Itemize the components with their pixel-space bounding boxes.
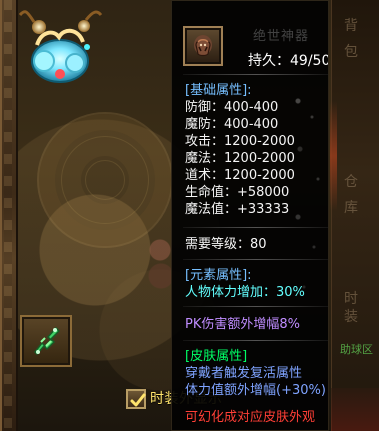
side-tab-4[interactable]: 库: [334, 200, 368, 216]
elemental-attributes-header: [元素属性]:: [185, 268, 252, 283]
stat-magic-defense: 魔防：400-400: [185, 117, 279, 132]
checkmark-icon: [130, 393, 146, 407]
level-requirement-section: 需要等级：80: [185, 236, 328, 253]
elemental-attributes-section: [元素属性]: 人物体力增加：30%: [185, 267, 328, 301]
stat-attack: 攻击：1200-2000: [185, 134, 295, 149]
skin-attributes-section: [皮肤属性] 穿戴者触发复活属性 体力值额外增幅(+30%) 可幻化成对应皮肤外…: [185, 348, 328, 426]
item-icon-frame: [183, 26, 223, 66]
item-tooltip: 绝世神器 持久：49/50 [基础属性]: 防御：400-400 魔防：400-…: [171, 0, 329, 431]
stat-tao: 道术：1200-2000: [185, 168, 295, 183]
base-attributes-header: [基础属性]:: [185, 83, 252, 98]
green-gauntlet-icon: [34, 326, 61, 356]
left-frame-border: [0, 0, 18, 431]
skin-vitality-bonus: 体力值额外增幅(+30%): [185, 383, 326, 398]
stat-hp: 生命值：+58000: [185, 185, 290, 200]
divider: [183, 227, 328, 228]
skin-revive: 穿戴者触发复活属性: [185, 366, 303, 381]
skin-attributes-header: [皮肤属性]: [185, 349, 248, 364]
side-tab-5[interactable]: 时: [334, 291, 368, 307]
divider: [183, 306, 328, 307]
elemental-bonus: 人物体力增加：30%: [185, 285, 305, 300]
stat-defense: 防御：400-400: [185, 100, 279, 115]
durability-value: 持久：49/50: [248, 53, 329, 69]
pk-bonus: PK伤害额外增幅8%: [185, 317, 300, 332]
blue-jade-ornament-icon[interactable]: [17, 7, 103, 93]
item-name: 绝世神器: [253, 29, 310, 44]
required-level: 需要等级：80: [185, 237, 267, 252]
stat-mp: 魔法值：+33333: [185, 202, 290, 217]
game-screen: 时装外显示 背 包 仓 库 时 装 助球区 绝世神器 持久：49/50 [基础属…: [0, 0, 379, 431]
side-tab-1[interactable]: 背: [334, 18, 368, 34]
corner-label: 助球区: [340, 343, 373, 356]
pk-bonus-section: PK伤害额外增幅8%: [185, 316, 328, 333]
checkbox[interactable]: [126, 389, 146, 409]
red-edge-decoration: [330, 101, 337, 211]
side-tab-2[interactable]: 包: [334, 44, 368, 60]
base-attributes-section: [基础属性]: 防御：400-400 魔防：400-400 攻击：1200-20…: [185, 82, 328, 218]
side-tab-6[interactable]: 装: [334, 309, 368, 325]
side-tab-3[interactable]: 仓: [334, 174, 368, 190]
divider: [183, 74, 328, 75]
dark-helmet-icon: [194, 35, 212, 57]
equipment-slot-gauntlet[interactable]: [20, 315, 72, 367]
divider: [183, 340, 328, 341]
stat-magic: 魔法：1200-2000: [185, 151, 295, 166]
skin-transform: 可幻化成对应皮肤外观: [185, 410, 316, 425]
bottom-right-decoration: [331, 388, 379, 431]
divider: [183, 259, 328, 260]
